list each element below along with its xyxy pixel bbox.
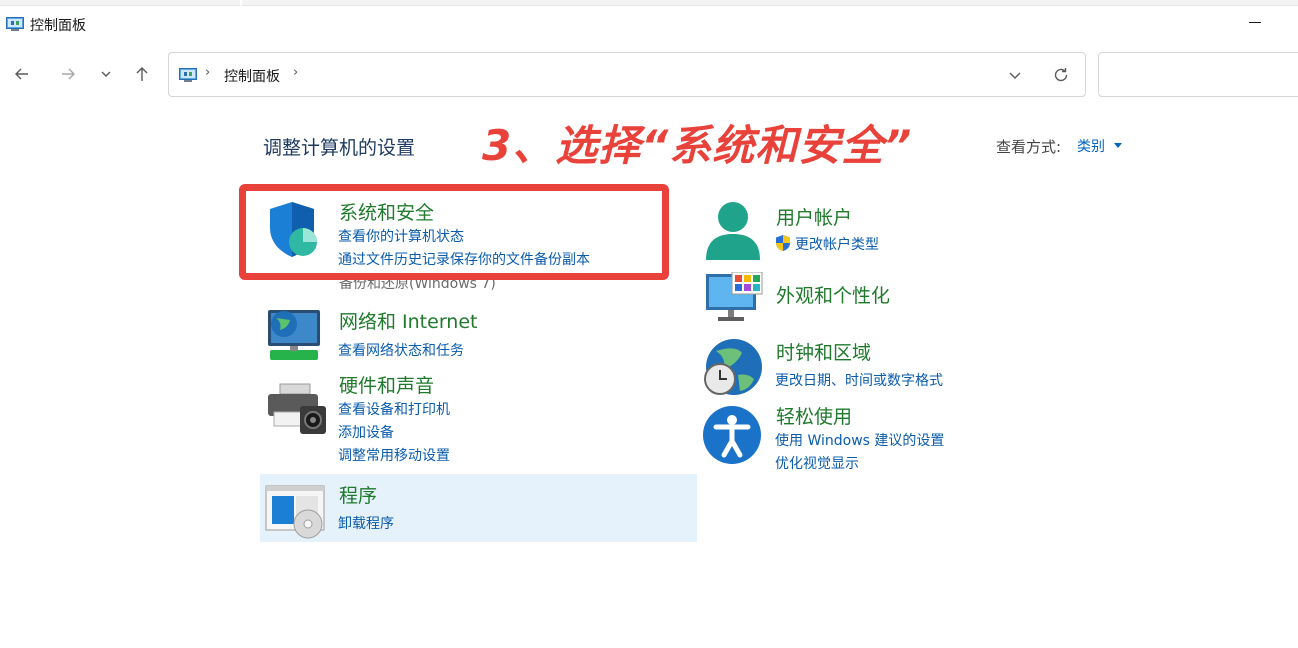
category-link[interactable]: 通过文件历史记录保存你的文件备份副本: [338, 249, 590, 269]
category-title[interactable]: 网络和 Internet: [339, 307, 477, 334]
refresh-icon[interactable]: [1051, 65, 1071, 85]
back-button[interactable]: [10, 62, 34, 86]
search-input[interactable]: [1099, 53, 1298, 96]
tab-strip: [0, 0, 1298, 6]
category-link[interactable]: 查看网络状态和任务: [338, 340, 464, 360]
category-title[interactable]: 时钟和区域: [776, 338, 871, 365]
arrow-right-icon: [62, 68, 75, 80]
chevron-down-icon[interactable]: [1005, 65, 1025, 85]
category-title[interactable]: 系统和安全: [339, 198, 434, 225]
tab-strip-left: [0, 0, 240, 6]
globe-clock-icon: [704, 339, 762, 395]
control-panel-icon: [179, 68, 197, 82]
network-globe-icon: [268, 310, 320, 360]
navigation-bar: › 控制面板 ›: [0, 52, 1298, 98]
category-link[interactable]: 查看设备和打印机: [338, 399, 450, 419]
arrow-up-icon: [136, 67, 148, 81]
category-link[interactable]: 调整常用移动设置: [338, 445, 450, 465]
category-link[interactable]: 使用 Windows 建议的设置: [775, 430, 944, 450]
category-title[interactable]: 用户帐户: [776, 203, 852, 230]
breadcrumb-separator[interactable]: ›: [293, 65, 298, 80]
printer-icon: [268, 383, 326, 434]
view-by-label: 查看方式:: [996, 138, 1062, 156]
uac-shield-icon: [776, 235, 790, 251]
caret-down-icon[interactable]: [1114, 143, 1122, 148]
programs-icon: [265, 485, 325, 539]
recent-locations-button[interactable]: [94, 62, 118, 86]
category-link[interactable]: 查看你的计算机状态: [338, 226, 464, 246]
address-bar[interactable]: › 控制面板 ›: [168, 52, 1086, 97]
forward-button[interactable]: [56, 62, 80, 86]
tab-strip-right: [242, 0, 1298, 6]
chevron-down-icon: [101, 71, 111, 77]
category-title[interactable]: 程序: [339, 481, 377, 508]
category-title[interactable]: 轻松使用: [776, 402, 852, 429]
breadcrumb-control-panel[interactable]: 控制面板: [224, 66, 280, 86]
up-button[interactable]: [130, 62, 154, 86]
breadcrumb-separator[interactable]: ›: [205, 65, 210, 80]
view-by-dropdown[interactable]: 类别: [1077, 136, 1105, 156]
control-panel-icon: [6, 17, 24, 31]
category-link[interactable]: 卸载程序: [338, 513, 394, 533]
user-icon: [706, 202, 760, 260]
arrow-left-icon: [15, 68, 28, 80]
search-box[interactable]: [1098, 52, 1298, 97]
instruction-annotation: 3、选择“系统和安全”: [482, 121, 913, 170]
minimize-button[interactable]: [1249, 22, 1261, 23]
title-bar: 控制面板: [0, 8, 1298, 42]
shield-icon: [270, 202, 317, 257]
window-title: 控制面板: [30, 18, 86, 34]
monitor-icon: [706, 272, 763, 321]
category-title[interactable]: 硬件和声音: [339, 371, 434, 398]
accessibility-icon: [703, 406, 761, 464]
category-link[interactable]: 更改帐户类型: [795, 234, 879, 254]
category-link[interactable]: 优化视觉显示: [775, 453, 859, 473]
page-title: 调整计算机的设置: [263, 137, 416, 159]
category-link[interactable]: 更改日期、时间或数字格式: [775, 370, 943, 390]
category-title[interactable]: 外观和个性化: [776, 281, 890, 308]
category-link[interactable]: 添加设备: [338, 422, 394, 442]
